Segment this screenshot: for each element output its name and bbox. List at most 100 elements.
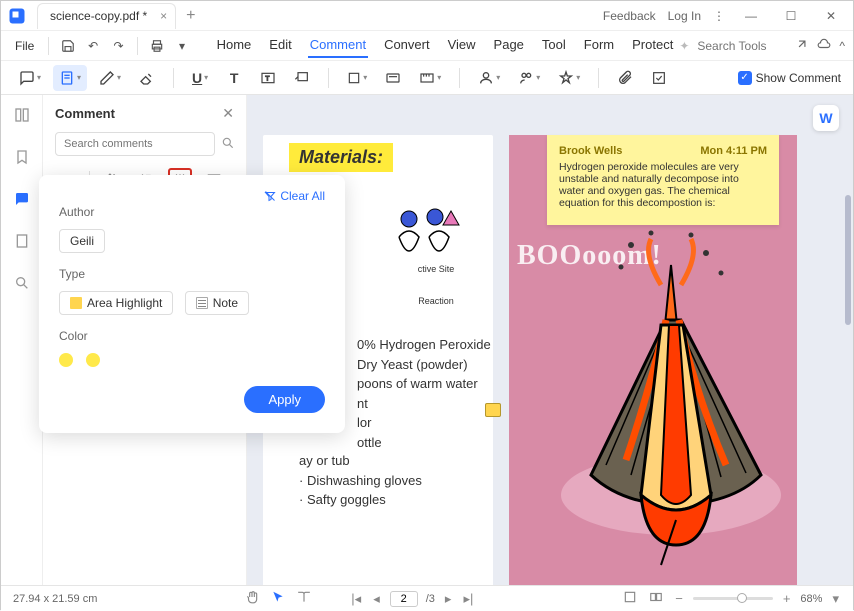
undo-icon[interactable]: ↶ — [83, 34, 104, 58]
last-page-icon[interactable]: ▸| — [461, 589, 475, 609]
clear-all-button[interactable]: Clear All — [264, 189, 325, 203]
comment-marker-icon[interactable] — [485, 403, 501, 417]
hand-tool-icon[interactable] — [243, 588, 261, 609]
fit-page-icon[interactable] — [647, 588, 665, 609]
checkbox-checked-icon: ✓ — [738, 71, 752, 85]
author-chip-geili[interactable]: Geili — [59, 229, 105, 253]
apply-button[interactable]: Apply — [244, 386, 325, 413]
zoom-dropdown-icon[interactable]: ▾ — [830, 589, 841, 609]
kebab-menu-icon[interactable]: ⋮ — [713, 9, 725, 23]
login-link[interactable]: Log In — [668, 9, 701, 23]
close-window-icon[interactable]: ✕ — [817, 2, 845, 30]
app-logo — [1, 1, 33, 31]
first-page-icon[interactable]: |◂ — [349, 589, 363, 609]
color-swatch-1[interactable] — [59, 353, 73, 367]
menubar: File ↶ ↷ ▾ Home Edit Comment Convert Vie… — [1, 31, 853, 61]
highlight-tool[interactable]: ▾ — [53, 65, 87, 91]
tab-edit[interactable]: Edit — [267, 33, 293, 58]
page-number-input[interactable] — [390, 591, 418, 607]
close-panel-icon[interactable]: ✕ — [222, 105, 234, 122]
document-tab[interactable]: science-copy.pdf * × — [37, 3, 176, 29]
tab-form[interactable]: Form — [582, 33, 616, 58]
attachment-tool[interactable] — [611, 65, 639, 91]
vertical-scrollbar[interactable] — [845, 195, 851, 325]
note-swatch-icon — [196, 297, 208, 309]
bookmark-icon[interactable] — [10, 145, 34, 169]
color-swatch-2[interactable] — [86, 353, 100, 367]
sticky-author: Brook Wells — [559, 145, 622, 157]
page-total: /3 — [426, 593, 435, 605]
export-word-icon[interactable]: W — [813, 105, 839, 131]
eraser-tool[interactable] — [133, 65, 161, 91]
search-icon[interactable] — [221, 136, 235, 153]
tab-convert[interactable]: Convert — [382, 33, 432, 58]
tab-tool[interactable]: Tool — [540, 33, 568, 58]
hide-tool[interactable] — [645, 65, 673, 91]
pencil-tool[interactable]: ▾ — [93, 65, 127, 91]
wand-icon[interactable]: ✦ — [679, 39, 689, 53]
materials-heading: Materials: — [289, 143, 393, 172]
print-icon[interactable] — [146, 34, 167, 58]
stamp-tool[interactable] — [379, 65, 407, 91]
comment-panel: Comment ✕ ≡ ⇅ Clear All Author Geili Ty — [43, 95, 247, 585]
minimize-icon[interactable]: — — [737, 2, 765, 30]
feedback-link[interactable]: Feedback — [603, 9, 656, 23]
attachments-rail-icon[interactable] — [10, 229, 34, 253]
thumbnails-icon[interactable] — [10, 103, 34, 127]
ingredients-list-top: 0% Hydrogen Peroxide Dry Yeast (powder) … — [357, 335, 491, 452]
share-icon[interactable] — [795, 37, 809, 54]
tab-home[interactable]: Home — [215, 33, 254, 58]
search-tools: ✦ ^ — [679, 37, 845, 54]
tab-view[interactable]: View — [446, 33, 478, 58]
zoom-slider[interactable] — [693, 597, 773, 600]
statusbar: 27.94 x 21.59 cm |◂ ◂ /3 ▸ ▸| − + 68% ▾ — [1, 585, 853, 611]
approve-tool[interactable]: ▾ — [552, 65, 586, 91]
file-menu[interactable]: File — [9, 35, 40, 57]
zoom-level: 68% — [800, 593, 822, 605]
tab-protect[interactable]: Protect — [630, 33, 675, 58]
search-tools-input[interactable] — [697, 39, 787, 53]
redo-icon[interactable]: ↷ — [108, 34, 129, 58]
save-icon[interactable] — [57, 34, 78, 58]
comment-search-input[interactable] — [55, 132, 215, 156]
close-tab-icon[interactable]: × — [160, 9, 167, 23]
cloud-icon[interactable] — [817, 37, 831, 54]
zoom-in-icon[interactable]: + — [781, 589, 793, 608]
zoom-out-icon[interactable]: − — [673, 589, 685, 608]
read-mode-icon[interactable] — [295, 588, 313, 609]
filter-popover: Clear All Author Geili Type Area Highlig… — [39, 175, 345, 433]
select-tool-icon[interactable] — [269, 588, 287, 609]
signature-tool[interactable]: ▾ — [472, 65, 506, 91]
add-tab-button[interactable]: + — [186, 7, 195, 25]
search-rail-icon[interactable] — [10, 271, 34, 295]
maximize-icon[interactable]: ☐ — [777, 2, 805, 30]
sticky-body: Hydrogen peroxide molecules are very uns… — [559, 161, 767, 209]
next-page-icon[interactable]: ▸ — [443, 589, 454, 609]
tab-page[interactable]: Page — [492, 33, 526, 58]
textbox-tool[interactable]: T — [254, 65, 282, 91]
measure-tool[interactable]: ▾ — [413, 65, 447, 91]
note-tool[interactable]: ▾ — [13, 65, 47, 91]
titlebar: science-copy.pdf * × + Feedback Log In ⋮… — [1, 1, 853, 31]
comments-rail-icon[interactable] — [10, 187, 34, 211]
collapse-ribbon-icon[interactable]: ^ — [839, 39, 845, 53]
tab-comment[interactable]: Comment — [308, 33, 368, 58]
fit-width-icon[interactable] — [621, 588, 639, 609]
text-tool[interactable]: T — [220, 65, 248, 91]
comment-toolbar: ▾ ▾ ▾ U▾ T T ▾ ▾ ▾ ▾ ▾ ✓ Show Comment — [1, 61, 853, 95]
type-chip-note[interactable]: Note — [185, 291, 249, 315]
show-comment-toggle[interactable]: ✓ Show Comment — [738, 71, 841, 85]
underline-tool[interactable]: U▾ — [186, 65, 214, 91]
main-area: Comment ✕ ≡ ⇅ Clear All Author Geili Ty — [1, 95, 853, 585]
sticky-note[interactable]: Brook Wells Mon 4:11 PM Hydrogen peroxid… — [547, 135, 779, 225]
stamp2-tool[interactable]: ▾ — [512, 65, 546, 91]
volcano-illustration — [531, 225, 781, 585]
prev-page-icon[interactable]: ◂ — [371, 589, 382, 609]
comment-panel-title: Comment — [55, 106, 115, 121]
document-tab-label: science-copy.pdf * — [50, 9, 147, 23]
type-chip-area-highlight[interactable]: Area Highlight — [59, 291, 173, 315]
pdf-page-right: Brook Wells Mon 4:11 PM Hydrogen peroxid… — [509, 135, 797, 585]
more-icon[interactable]: ▾ — [171, 34, 192, 58]
callout-tool[interactable] — [288, 65, 316, 91]
shape-tool[interactable]: ▾ — [341, 65, 373, 91]
